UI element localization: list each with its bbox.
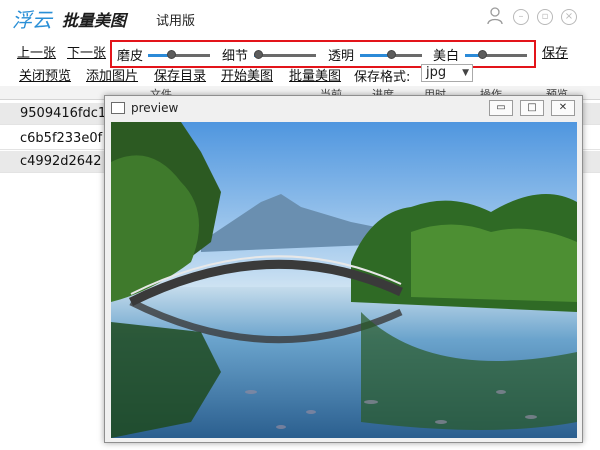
title-bar: 浮云 批量美图 试用版 – ▫ × (0, 0, 600, 36)
file-name: c6b5f233e0f (20, 131, 103, 146)
preview-window[interactable]: preview ▭ □ ✕ (104, 95, 583, 443)
chevron-down-icon: ▼ (462, 68, 469, 78)
format-value: jpg (426, 65, 447, 80)
preview-minimize-button[interactable]: ▭ (489, 100, 513, 116)
toolbar-row-2: 关闭预览 添加图片 保存目录 开始美图 批量美图 保存格式: jpg ▼ (0, 64, 600, 85)
window-icon (111, 102, 125, 114)
slider-track (171, 54, 210, 57)
preview-maximize-button[interactable]: □ (520, 100, 544, 116)
preview-title: preview (131, 101, 179, 115)
user-icon[interactable] (487, 7, 503, 25)
restore-button[interactable]: ▫ (537, 9, 553, 25)
file-name: 9509416fdc1 (20, 106, 107, 121)
save-button[interactable]: 保存 (542, 42, 568, 61)
close-button[interactable]: × (561, 9, 577, 25)
app-name: 批量美图 (62, 11, 127, 30)
slider-label-smooth: 磨皮 (117, 49, 144, 64)
file-name: c4992d2642 (20, 154, 102, 169)
prev-image-button[interactable]: 上一张 (17, 42, 56, 61)
slider-knob[interactable] (387, 50, 396, 59)
save-directory-button[interactable]: 保存目录 (154, 65, 206, 84)
batch-beautify-button[interactable]: 批量美图 (289, 65, 341, 84)
minimize-button[interactable]: – (513, 9, 529, 25)
slider-knob[interactable] (167, 50, 176, 59)
detail-slider[interactable] (254, 42, 316, 66)
format-select[interactable]: jpg ▼ (421, 64, 473, 82)
trial-label: 试用版 (156, 14, 196, 29)
start-beautify-button[interactable]: 开始美图 (221, 65, 273, 84)
whiten-slider[interactable] (465, 42, 527, 66)
preview-close-button[interactable]: ✕ (551, 100, 575, 116)
add-image-button[interactable]: 添加图片 (86, 65, 138, 84)
transparency-slider[interactable] (360, 42, 422, 66)
format-label: 保存格式: (354, 70, 411, 85)
next-image-button[interactable]: 下一张 (67, 42, 106, 61)
slider-track (258, 54, 316, 57)
app-logo: 浮云 (12, 8, 52, 32)
slider-label-detail: 细节 (222, 49, 249, 64)
slider-label-whiten: 美白 (433, 49, 460, 64)
slider-track (482, 54, 527, 57)
slider-label-transparency: 透明 (328, 49, 355, 64)
toolbar-row-1: 上一张 下一张 磨皮 细节 透明 美白 保存 (0, 38, 600, 68)
slider-knob[interactable] (254, 50, 263, 59)
smooth-slider[interactable] (148, 42, 210, 66)
preview-title-bar[interactable]: preview ▭ □ ✕ (105, 96, 582, 121)
slider-knob[interactable] (478, 50, 487, 59)
close-preview-button[interactable]: 关闭预览 (19, 65, 71, 84)
preview-image (111, 122, 577, 438)
